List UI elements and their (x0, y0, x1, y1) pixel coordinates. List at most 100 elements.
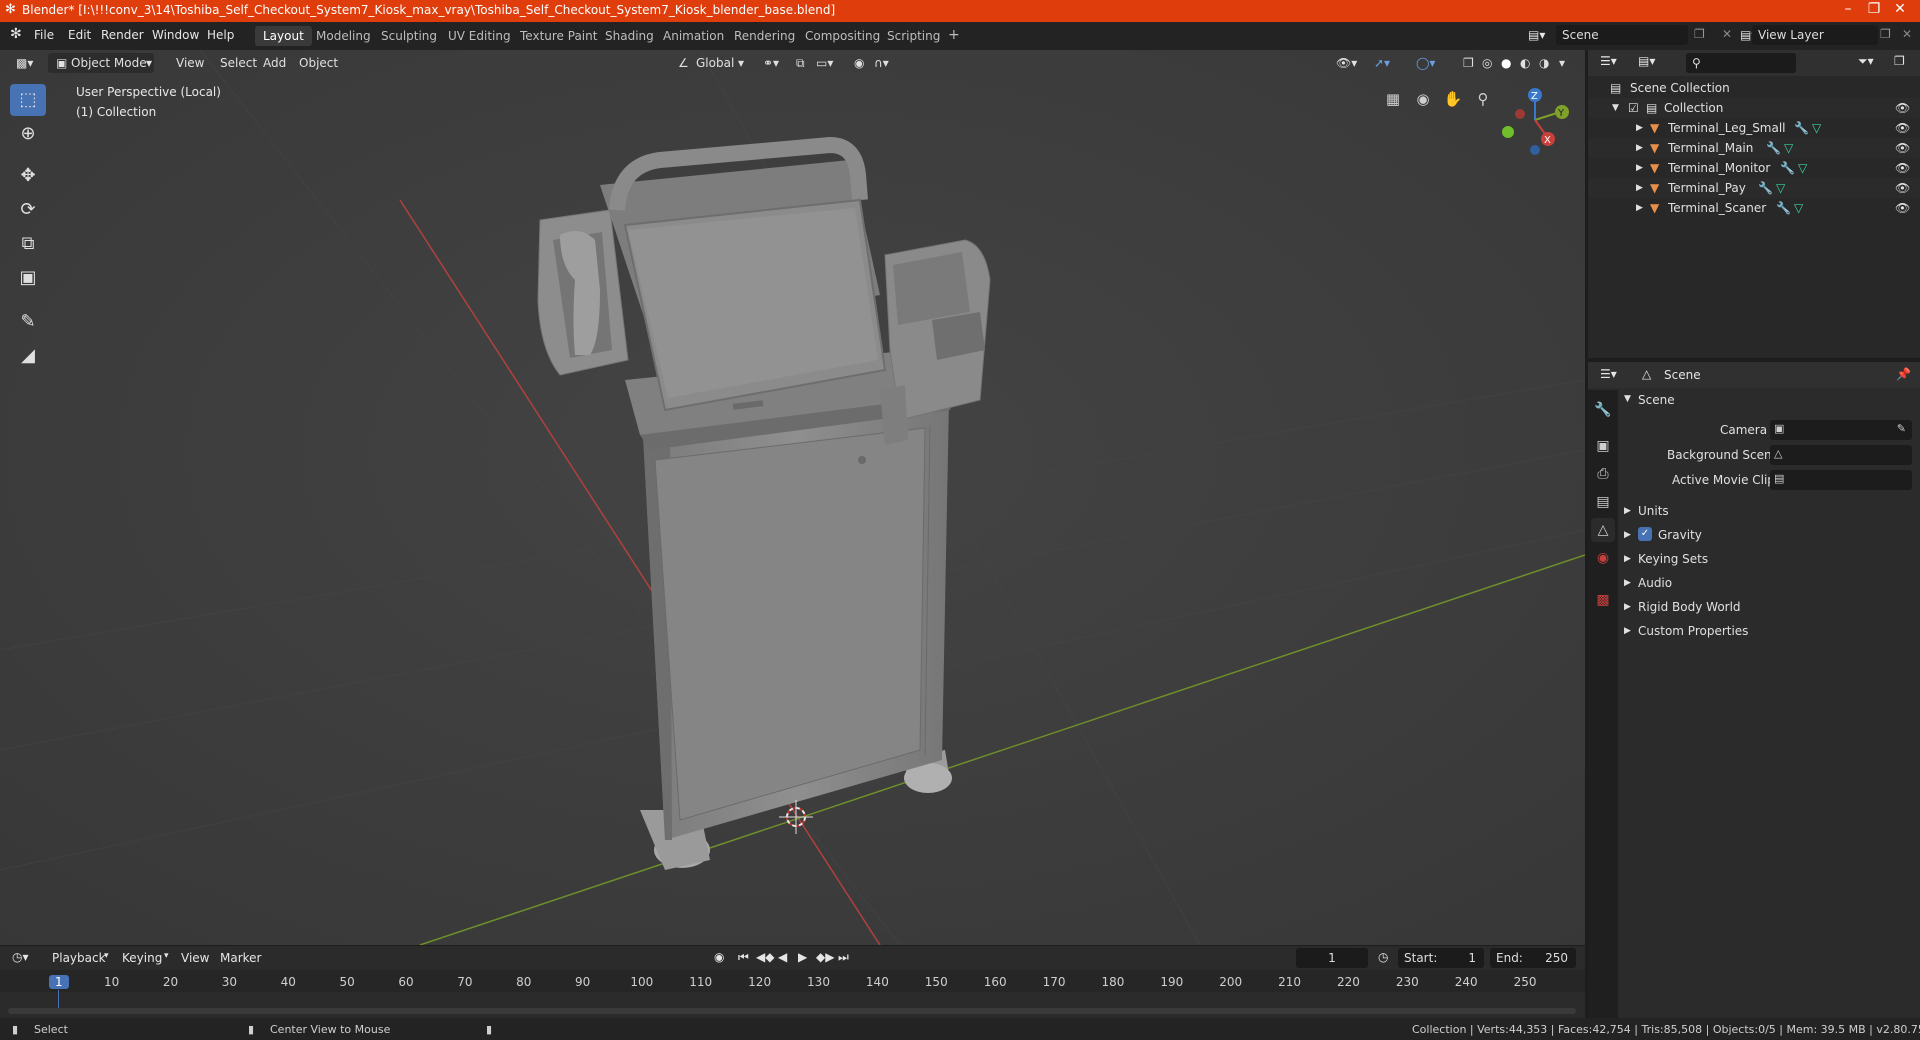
snap-target-icon[interactable]: ▭▾ (810, 53, 839, 73)
tab-modeling[interactable]: Modeling (308, 26, 379, 46)
menu-playback[interactable]: Playback (52, 951, 106, 965)
play-icon[interactable]: ▶ (798, 950, 807, 964)
tab-rendering[interactable]: Rendering (726, 26, 803, 46)
3d-viewport[interactable]: Z Y X (0, 50, 1585, 945)
expand-arrow-icon[interactable]: ▶ (1636, 163, 1643, 173)
tab-compositing[interactable]: Compositing (797, 26, 888, 46)
scene-tab-icon[interactable]: △ (1591, 518, 1615, 542)
transform-tool-icon[interactable]: ▣ (10, 262, 46, 294)
add-workspace-button[interactable]: + (940, 26, 968, 46)
expand-arrow-icon[interactable]: ▶ (1636, 203, 1643, 213)
eyedropper-icon[interactable]: ✎ (1897, 422, 1906, 435)
select-box-tool-icon[interactable]: ⬚ (10, 84, 46, 116)
properties-editor-type-icon[interactable]: ☰▾ (1600, 367, 1617, 381)
visibility-eye-icon[interactable]: 👁 (1895, 181, 1910, 195)
scale-tool-icon[interactable]: ⧉ (10, 228, 46, 260)
menu-object[interactable]: Object (293, 53, 344, 73)
new-view-layer-icon[interactable]: ❐ (1880, 27, 1891, 41)
outliner-row-object[interactable]: ▶ ▼ Terminal_Scaner 🔧 ▽ 👁 (1588, 198, 1920, 218)
outliner-row-object[interactable]: ▶ ▼ Terminal_Leg_Small 🔧 ▽ 👁 (1588, 118, 1920, 138)
tab-layout[interactable]: Layout (255, 26, 312, 46)
world-tab-icon[interactable]: ◉ (1591, 546, 1615, 570)
menu-add[interactable]: Add (257, 53, 292, 73)
new-scene-icon[interactable]: ❐ (1694, 27, 1705, 41)
camera-view-icon[interactable]: ◉ (1410, 86, 1436, 112)
annotate-tool-icon[interactable]: ✎ (10, 306, 46, 338)
visibility-eye-icon[interactable]: 👁 (1895, 201, 1910, 215)
menu-render[interactable]: Render (101, 28, 144, 42)
visibility-eye-icon[interactable]: 👁 (1895, 141, 1910, 155)
prev-keyframe-icon[interactable]: ◀◆ (756, 950, 774, 964)
overlays-icon[interactable]: ◯▾ (1410, 53, 1441, 73)
start-frame-field[interactable]: Start: 1 (1398, 948, 1484, 968)
view-layer-tab-icon[interactable]: ▤ (1591, 490, 1615, 514)
new-collection-icon[interactable]: ❐ (1894, 54, 1905, 68)
visibility-eye-icon[interactable]: 👁 (1895, 121, 1910, 135)
menu-view[interactable]: View (170, 53, 210, 73)
pan-view-icon[interactable]: ✋ (1440, 86, 1466, 112)
menu-file[interactable]: File (34, 28, 54, 42)
expand-arrow-icon[interactable]: ▶ (1636, 143, 1643, 153)
tab-sculpting[interactable]: Sculpting (373, 26, 445, 46)
toggle-ortho-icon[interactable]: ▦ (1380, 86, 1406, 112)
blender-menu-icon[interactable]: ✻ (10, 26, 22, 42)
tab-shading[interactable]: Shading (597, 26, 662, 46)
snap-icon[interactable]: ⧉ (790, 53, 811, 73)
output-tab-icon[interactable]: ⎙ (1591, 462, 1615, 486)
background-scene-field[interactable]: △ (1770, 445, 1912, 465)
tool-settings-tab-icon[interactable]: 🔧 (1591, 398, 1615, 422)
display-mode-icon[interactable]: ▤▾ (1638, 54, 1655, 68)
preview-range-icon[interactable]: ◷ (1378, 950, 1388, 964)
jump-start-icon[interactable]: ⏮ (738, 950, 749, 965)
outliner-row-collection[interactable]: ▼ ☑ ▤ Collection 👁 (1588, 98, 1920, 118)
timeline-scrollbar[interactable] (8, 1008, 1576, 1014)
scene-section-header[interactable]: Scene (1638, 393, 1675, 407)
visibility-eye-icon[interactable]: 👁 (1895, 161, 1910, 175)
tab-texture-paint[interactable]: Texture Paint (512, 26, 605, 46)
menu-marker[interactable]: Marker (220, 951, 261, 965)
menu-help[interactable]: Help (207, 28, 234, 42)
tab-animation[interactable]: Animation (655, 26, 732, 46)
close-window-button[interactable]: ✕ (1878, 1, 1920, 17)
tab-uv-editing[interactable]: UV Editing (440, 26, 519, 46)
falloff-icon[interactable]: ∩▾ (868, 53, 895, 73)
outliner-row-object[interactable]: ▶ ▼ Terminal_Main 🔧 ▽ 👁 (1588, 138, 1920, 158)
rotate-tool-icon[interactable]: ⟳ (10, 194, 46, 226)
shading-options-icon[interactable]: ▾ (1553, 53, 1571, 73)
jump-end-icon[interactable]: ⏭ (838, 950, 849, 965)
menu-select[interactable]: Select (214, 53, 263, 73)
expand-arrow-icon[interactable]: ▶ (1636, 183, 1643, 193)
expand-arrow-icon[interactable]: ▶ (1636, 123, 1643, 133)
visibility-eye-icon[interactable]: 👁 (1895, 101, 1910, 115)
render-tab-icon[interactable]: ▣ (1591, 434, 1615, 458)
scene-selector-icon[interactable]: ▤▾ (1528, 28, 1545, 42)
outliner-editor-type-icon[interactable]: ☰▾ (1600, 54, 1617, 68)
delete-view-layer-icon[interactable]: ✕ (1902, 27, 1912, 41)
gizmo-toggle-icon[interactable]: ➚▾ (1368, 53, 1396, 73)
camera-field[interactable]: ▣ ✎ (1770, 420, 1912, 440)
scene-section-arrow-icon[interactable]: ▼ (1624, 394, 1631, 404)
menu-timeline-view[interactable]: View (181, 951, 209, 965)
view-layer-field[interactable]: View Layer (1752, 25, 1878, 45)
measure-tool-icon[interactable]: ◢ (10, 340, 46, 372)
outliner-row-scene-collection[interactable]: ▤ Scene Collection (1588, 78, 1920, 98)
current-frame-field[interactable]: 1 (1296, 948, 1368, 968)
outliner-search-input[interactable]: ⚲ (1686, 53, 1796, 73)
end-frame-field[interactable]: End: 250 (1490, 948, 1576, 968)
visibility-icon[interactable]: 👁▾ (1330, 53, 1363, 73)
tab-scripting[interactable]: Scripting (879, 26, 948, 46)
play-reverse-icon[interactable]: ◀ (778, 950, 787, 964)
record-icon[interactable]: ◉ (714, 950, 724, 964)
outliner-row-object[interactable]: ▶ ▼ Terminal_Monitor 🔧 ▽ 👁 (1588, 158, 1920, 178)
menu-keying[interactable]: Keying (122, 951, 162, 965)
timeline-editor-type-icon[interactable]: ◷▾ (12, 950, 29, 964)
filter-icon[interactable]: ⏷▾ (1858, 54, 1874, 69)
menu-window[interactable]: Window (152, 28, 199, 42)
gravity-checkbox[interactable]: ✓ (1638, 527, 1652, 541)
collection-checkbox[interactable]: ☑ (1628, 101, 1639, 115)
pin-icon[interactable]: 📌 (1896, 367, 1911, 381)
outliner-row-object[interactable]: ▶ ▼ Terminal_Pay 🔧 ▽ 👁 (1588, 178, 1920, 198)
next-keyframe-icon[interactable]: ◆▶ (816, 950, 834, 964)
menu-edit[interactable]: Edit (68, 28, 91, 42)
scene-name-field[interactable]: Scene (1556, 25, 1688, 45)
